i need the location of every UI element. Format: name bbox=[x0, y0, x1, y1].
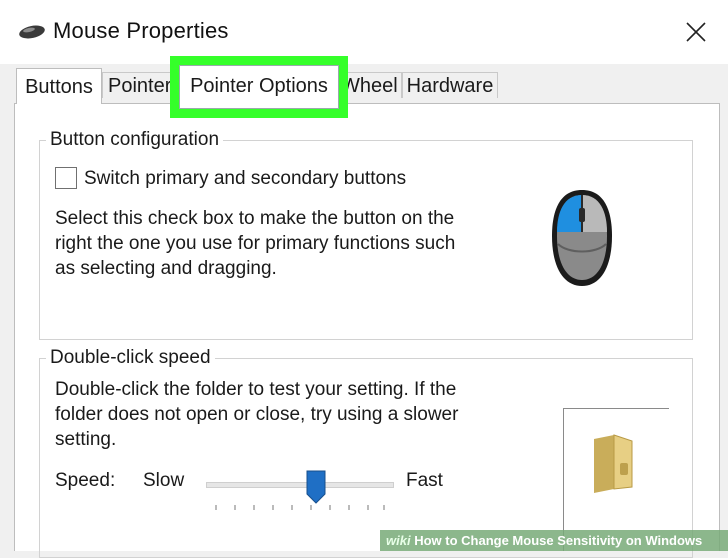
window-title: Mouse Properties bbox=[53, 18, 229, 43]
slider-ticks bbox=[215, 505, 385, 510]
double-click-speed-title: Double-click speed bbox=[46, 347, 215, 369]
tab-label: Buttons bbox=[25, 76, 93, 98]
watermark-brand: wiki bbox=[386, 533, 411, 548]
tab-strip: Buttons Pointers Wheel Hardware Pointer … bbox=[0, 56, 728, 118]
tab-label: Pointer Options bbox=[179, 65, 339, 109]
close-icon[interactable] bbox=[682, 18, 710, 46]
fast-label: Fast bbox=[406, 470, 443, 491]
description-line: folder does not open or close, try using… bbox=[55, 404, 459, 425]
speed-label: Speed: bbox=[55, 470, 116, 491]
watermark-text: How to Change Mouse Sensitivity on Windo… bbox=[414, 533, 703, 548]
tab-label: Hardware bbox=[406, 75, 494, 97]
title-bar: Mouse Properties bbox=[0, 0, 728, 64]
switch-buttons-label[interactable]: Switch primary and secondary buttons bbox=[84, 168, 406, 190]
tab-label: Wheel bbox=[341, 75, 398, 97]
mouse-icon bbox=[18, 24, 46, 45]
slider-thumb[interactable] bbox=[306, 470, 326, 509]
tab-wheel[interactable]: Wheel bbox=[340, 72, 402, 98]
description-line: setting. bbox=[55, 429, 117, 450]
wikihow-watermark: wiki How to Change Mouse Sensitivity on … bbox=[380, 530, 728, 551]
description-line: Double-click the folder to test your set… bbox=[55, 379, 457, 400]
folder-icon[interactable] bbox=[590, 433, 636, 498]
tab-pointer-options[interactable]: Pointer Options bbox=[170, 56, 348, 118]
description-line: right the one you use for primary functi… bbox=[55, 233, 456, 254]
tab-hardware[interactable]: Hardware bbox=[402, 72, 498, 98]
description-line: Select this check box to make the button… bbox=[55, 208, 455, 229]
tab-buttons[interactable]: Buttons bbox=[16, 68, 102, 104]
slow-label: Slow bbox=[143, 470, 185, 491]
switch-buttons-checkbox[interactable] bbox=[55, 167, 77, 189]
button-configuration-title: Button configuration bbox=[46, 129, 224, 151]
mouse-illustration-icon bbox=[548, 188, 616, 293]
description-line: as selecting and dragging. bbox=[55, 258, 277, 279]
double-click-speed-slider[interactable] bbox=[206, 482, 394, 488]
